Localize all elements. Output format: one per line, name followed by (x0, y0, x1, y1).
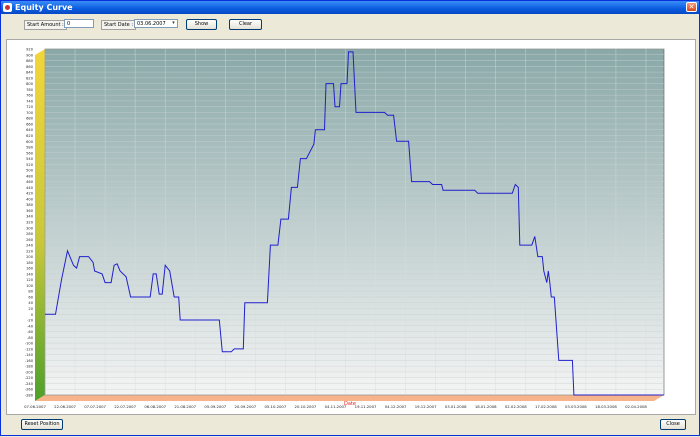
y-tick-label: 700 (26, 111, 34, 115)
y-tick-label: -20 (27, 319, 34, 323)
y-tick-label: -260 (25, 388, 34, 392)
y-tick-label: 480 (26, 174, 34, 178)
x-tick-label: 21.08.2007 (174, 404, 196, 409)
y-tick-label: 780 (26, 88, 34, 92)
y-tick-label: 140 (26, 272, 34, 276)
y-tick-label: 220 (26, 249, 34, 253)
y-tick-label: 380 (26, 203, 34, 207)
equity-curve-window: Equity Curve ✕ Start Amount : 0 Start Da… (0, 0, 700, 436)
y-tick-label: -140 (25, 353, 34, 357)
y-tick-label: 820 (26, 76, 34, 80)
reset-position-button[interactable]: Reset Position (21, 419, 63, 430)
y-tick-label: 0 (31, 313, 34, 317)
y-tick-label: 720 (26, 105, 34, 109)
y-tick-label: 200 (26, 255, 34, 259)
x-axis: 07.06.2007 22.06.2007 07.07.2007 22.07.2007… (24, 404, 647, 409)
left-wall (35, 49, 45, 401)
x-tick-label: 18.03.2008 (595, 404, 617, 409)
y-tick-label: 260 (26, 238, 34, 242)
y-tick-label: -100 (25, 342, 34, 346)
y-tick-label: 900 (26, 53, 34, 57)
y-tick-label: 860 (26, 65, 34, 69)
y-tick-label: 400 (26, 197, 34, 201)
y-tick-label: 880 (26, 59, 34, 63)
y-tick-label: 640 (26, 128, 34, 132)
y-axis: 9209008808608408208007807607407207006806… (25, 48, 34, 398)
y-tick-label: 540 (26, 157, 34, 161)
y-tick-label: 580 (26, 146, 34, 150)
y-tick-label: 280 (26, 232, 34, 236)
x-tick-label: 02.04.2008 (625, 404, 647, 409)
y-tick-label: 620 (26, 134, 34, 138)
y-tick-label: 920 (26, 48, 34, 52)
y-tick-label: -280 (25, 394, 34, 398)
y-tick-label: 500 (26, 169, 34, 173)
equity-chart: 9209008808608408208007807607407207006806… (24, 48, 665, 409)
x-tick-label: 22.07.2007 (114, 404, 136, 409)
x-tick-label: 20.09.2007 (234, 404, 256, 409)
x-axis-label: Date (344, 401, 356, 407)
y-tick-label: 360 (26, 209, 34, 213)
x-tick-label: 07.06.2007 (24, 404, 46, 409)
y-tick-label: 240 (26, 244, 34, 248)
y-tick-label: -240 (25, 382, 34, 386)
y-tick-label: 560 (26, 151, 34, 155)
x-tick-label: 22.06.2007 (54, 404, 76, 409)
y-tick-label: -40 (27, 324, 34, 328)
y-tick-label: 740 (26, 99, 34, 103)
y-tick-label: 100 (26, 284, 34, 288)
x-tick-label: 03.03.2008 (565, 404, 587, 409)
y-tick-label: -80 (27, 336, 34, 340)
y-tick-label: 60 (28, 295, 33, 299)
y-tick-label: 300 (26, 226, 34, 230)
y-tick-label: 520 (26, 163, 34, 167)
x-tick-label: 20.10.2007 (295, 404, 317, 409)
grid (44, 48, 664, 396)
x-tick-label: 06.08.2007 (144, 404, 166, 409)
y-tick-label: 460 (26, 180, 34, 184)
y-tick-label: 180 (26, 261, 34, 265)
x-tick-label: 19.11.2007 (355, 404, 377, 409)
x-tick-label: 02.02.2008 (505, 404, 527, 409)
y-tick-label: 40 (28, 301, 33, 305)
y-tick-label: 440 (26, 186, 34, 190)
y-tick-label: 340 (26, 215, 34, 219)
x-tick-label: 05.09.2007 (204, 404, 226, 409)
y-tick-label: 20 (28, 307, 33, 311)
x-tick-label: 05.10.2007 (265, 404, 287, 409)
y-tick-label: -180 (25, 365, 34, 369)
y-tick-label: 800 (26, 82, 34, 86)
y-tick-label: 680 (26, 117, 34, 121)
y-tick-label: 160 (26, 267, 34, 271)
x-tick-label: 19.12.2007 (415, 404, 437, 409)
y-tick-label: -60 (27, 330, 34, 334)
close-button[interactable]: Close (660, 419, 686, 430)
y-tick-label: -160 (25, 359, 34, 363)
y-tick-label: 420 (26, 192, 34, 196)
x-tick-label: 18.01.2008 (475, 404, 497, 409)
y-tick-label: 600 (26, 140, 34, 144)
y-tick-label: 80 (28, 290, 33, 294)
y-tick-label: 120 (26, 278, 34, 282)
y-tick-label: 320 (26, 221, 34, 225)
x-tick-label: 17.02.2008 (535, 404, 557, 409)
y-tick-label: 840 (26, 71, 34, 75)
x-tick-label: 04.12.2007 (385, 404, 407, 409)
x-tick-label: 03.01.2008 (445, 404, 467, 409)
y-tick-label: -120 (25, 347, 34, 351)
y-tick-label: 660 (26, 122, 34, 126)
y-tick-label: -200 (25, 370, 34, 374)
y-tick-label: 760 (26, 94, 34, 98)
x-tick-label: 07.07.2007 (84, 404, 106, 409)
y-tick-label: -220 (25, 376, 34, 380)
